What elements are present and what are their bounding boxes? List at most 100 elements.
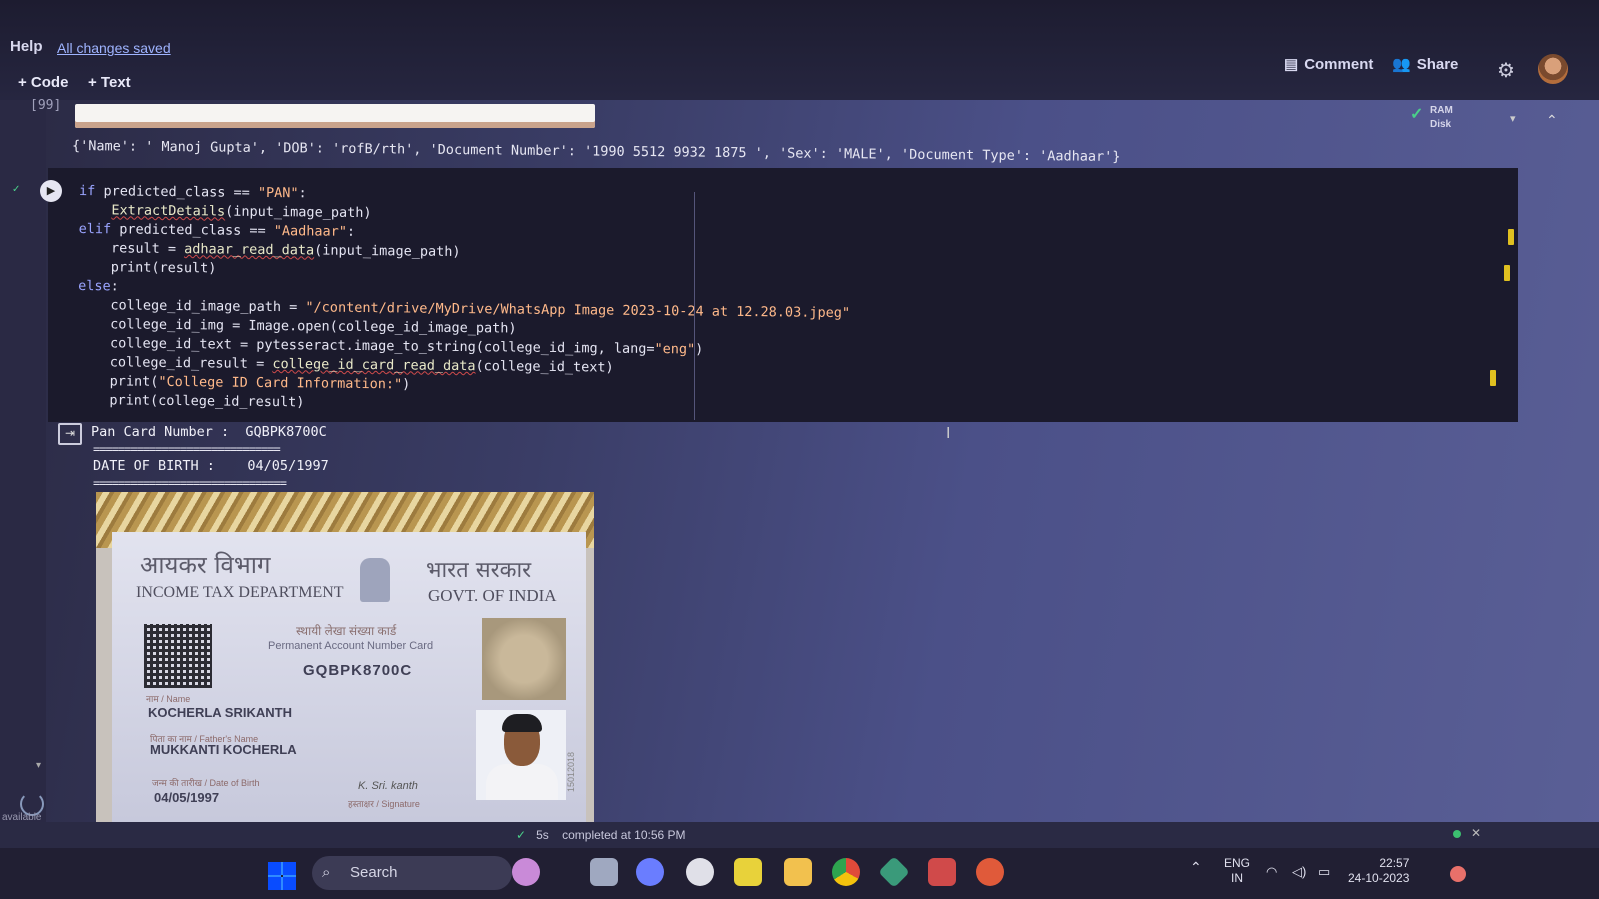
menu-help[interactable]: Help bbox=[10, 38, 43, 55]
chevron-up-icon[interactable]: ⌃ bbox=[1546, 112, 1558, 129]
sticky-notes-icon[interactable] bbox=[734, 858, 762, 886]
ruler-line bbox=[694, 192, 695, 420]
run-cell-button[interactable]: ▶ bbox=[40, 180, 62, 202]
left-gutter bbox=[0, 100, 46, 850]
dob-value: 04/05/1997 bbox=[154, 790, 220, 805]
pan-number: GQBPK8700C bbox=[303, 662, 413, 679]
file-explorer-icon[interactable] bbox=[784, 858, 812, 886]
separator-line: ============================== bbox=[93, 442, 281, 456]
code-line: print(college_id_result) bbox=[76, 391, 305, 411]
code-line: college_id_img = Image.open(college_id_i… bbox=[77, 315, 517, 337]
lint-marker bbox=[1504, 265, 1510, 281]
task-view-icon[interactable] bbox=[590, 858, 618, 886]
clock[interactable]: 22:57 24-10-2023 bbox=[1348, 856, 1409, 886]
code-line: elif predicted_class == "Aadhaar": bbox=[78, 221, 356, 240]
emblem-icon bbox=[360, 558, 390, 602]
gear-icon[interactable]: ⚙ bbox=[1497, 58, 1515, 83]
cardholder-photo bbox=[476, 710, 566, 800]
time: 22:57 bbox=[1379, 856, 1410, 870]
ram-label: RAM bbox=[1430, 105, 1453, 116]
lint-marker bbox=[1490, 370, 1496, 386]
code-line: print(result) bbox=[78, 259, 217, 277]
dob-label: जन्म की तारीख / Date of Birth bbox=[152, 778, 260, 788]
lint-marker bbox=[1508, 229, 1514, 245]
volume-icon[interactable]: ◁) bbox=[1292, 864, 1306, 879]
clear-output-icon[interactable]: ⇥ bbox=[58, 423, 82, 445]
windows-start-icon[interactable] bbox=[268, 862, 296, 890]
teams-icon[interactable] bbox=[636, 858, 664, 886]
search-icon: ⌕ bbox=[322, 864, 331, 881]
status-completed: completed at 10:56 PM bbox=[562, 828, 686, 842]
battery-icon[interactable]: ▭ bbox=[1318, 864, 1330, 879]
signature-label: हस्ताक्षर / Signature bbox=[348, 799, 420, 809]
pan-card-image: आयकर विभाग INCOME TAX DEPARTMENT भारत सर… bbox=[96, 492, 594, 832]
check-icon: ✓ bbox=[1410, 106, 1424, 123]
status-check-icon: ✓ bbox=[516, 828, 527, 842]
date: 24-10-2023 bbox=[1348, 871, 1410, 885]
top-bar: Help All changes saved + Code + Text ▤ C… bbox=[0, 0, 1599, 100]
code-line: ExtractDetails(input_image_path) bbox=[111, 202, 372, 222]
separator-line: =============================== bbox=[93, 476, 287, 490]
code-line: result = adhaar_read_data(input_image_pa… bbox=[78, 240, 461, 261]
previous-output-text: {'Name': ' Manoj Gupta', 'DOB': 'rofB/rt… bbox=[71, 138, 1121, 165]
run-status-icon: ✓ bbox=[12, 184, 21, 195]
resource-indicator[interactable]: ✓ RAM Disk bbox=[1410, 104, 1453, 132]
dept-hindi: आयकर विभाग bbox=[140, 551, 271, 579]
govt-english: GOVT. OF INDIA bbox=[428, 586, 557, 605]
comment-icon: ▤ bbox=[1284, 56, 1299, 73]
father-name: MUKKANTI KOCHERLA bbox=[150, 742, 297, 757]
serial-number: 15012018 bbox=[566, 752, 576, 793]
region-code: IN bbox=[1231, 871, 1243, 885]
cardholder-name: KOCHERLA SRIKANTH bbox=[148, 705, 292, 720]
language-indicator[interactable]: ENG IN bbox=[1224, 856, 1250, 886]
wifi-icon[interactable]: ◠ bbox=[1266, 864, 1277, 879]
pan-english-label: Permanent Account Number Card bbox=[268, 640, 434, 652]
language-code: ENG bbox=[1224, 856, 1251, 870]
app-icon[interactable] bbox=[686, 858, 714, 886]
text-cursor-icon: I bbox=[946, 425, 951, 442]
powerpoint-icon[interactable] bbox=[976, 858, 1004, 886]
avatar[interactable] bbox=[1538, 54, 1568, 84]
photo-hair bbox=[502, 714, 542, 732]
code-line: print("College ID Card Information:") bbox=[77, 372, 411, 393]
execution-count: [99] bbox=[30, 98, 62, 113]
status-bar: ✓ 5s completed at 10:56 PM ✕ bbox=[0, 822, 1599, 848]
hologram bbox=[482, 618, 566, 700]
previous-output-image bbox=[75, 104, 595, 128]
qr-code bbox=[144, 624, 212, 688]
close-icon[interactable]: ✕ bbox=[1471, 826, 1481, 840]
add-text-button[interactable]: + Text bbox=[88, 74, 131, 91]
add-code-button[interactable]: + Code bbox=[18, 74, 68, 91]
govt-hindi: भारत सरकार bbox=[426, 558, 532, 583]
chrome-icon[interactable] bbox=[832, 858, 860, 886]
code-line: if predicted_class == "PAN": bbox=[79, 183, 307, 202]
people-icon: 👥 bbox=[1392, 56, 1411, 73]
chevron-down-icon[interactable]: ▾ bbox=[1510, 112, 1516, 125]
disk-label: Disk bbox=[1430, 119, 1452, 130]
chevron-up-icon[interactable]: ⌃ bbox=[1190, 860, 1202, 875]
status-duration: 5s bbox=[536, 828, 549, 842]
scroll-down-icon[interactable]: ▾ bbox=[36, 760, 41, 771]
photo-shirt bbox=[486, 764, 558, 800]
notification-icon[interactable] bbox=[1450, 866, 1466, 882]
dept-english: INCOME TAX DEPARTMENT bbox=[136, 584, 344, 601]
connection-dot bbox=[1453, 830, 1461, 838]
code-line: else: bbox=[78, 278, 119, 295]
pan-hindi-label: स्थायी लेखा संख्या कार्ड bbox=[296, 624, 397, 638]
code-line: college_id_result = college_id_card_read… bbox=[77, 353, 614, 376]
name-label: नाम / Name bbox=[146, 694, 191, 704]
share-label: Share bbox=[1416, 55, 1459, 73]
dob-output: DATE OF BIRTH : 04/05/1997 bbox=[93, 458, 329, 474]
signature: K. Sri. kanth bbox=[358, 780, 418, 792]
code-editor[interactable]: if predicted_class == "PAN": ExtractDeta… bbox=[77, 182, 851, 418]
office-icon[interactable] bbox=[928, 858, 956, 886]
taskbar-search[interactable]: ⌕ Search bbox=[312, 856, 512, 890]
comment-button[interactable]: ▤ Comment bbox=[1284, 55, 1374, 74]
status-text: ✓ 5s completed at 10:56 PM bbox=[516, 828, 686, 842]
search-label: Search bbox=[350, 864, 398, 881]
share-button[interactable]: 👥 Share bbox=[1392, 55, 1459, 74]
widgets-icon[interactable] bbox=[512, 858, 540, 886]
comment-label: Comment bbox=[1304, 55, 1374, 73]
pan-number-output: Pan Card Number : GQBPK8700C bbox=[91, 424, 327, 440]
save-status-link[interactable]: All changes saved bbox=[57, 40, 171, 56]
